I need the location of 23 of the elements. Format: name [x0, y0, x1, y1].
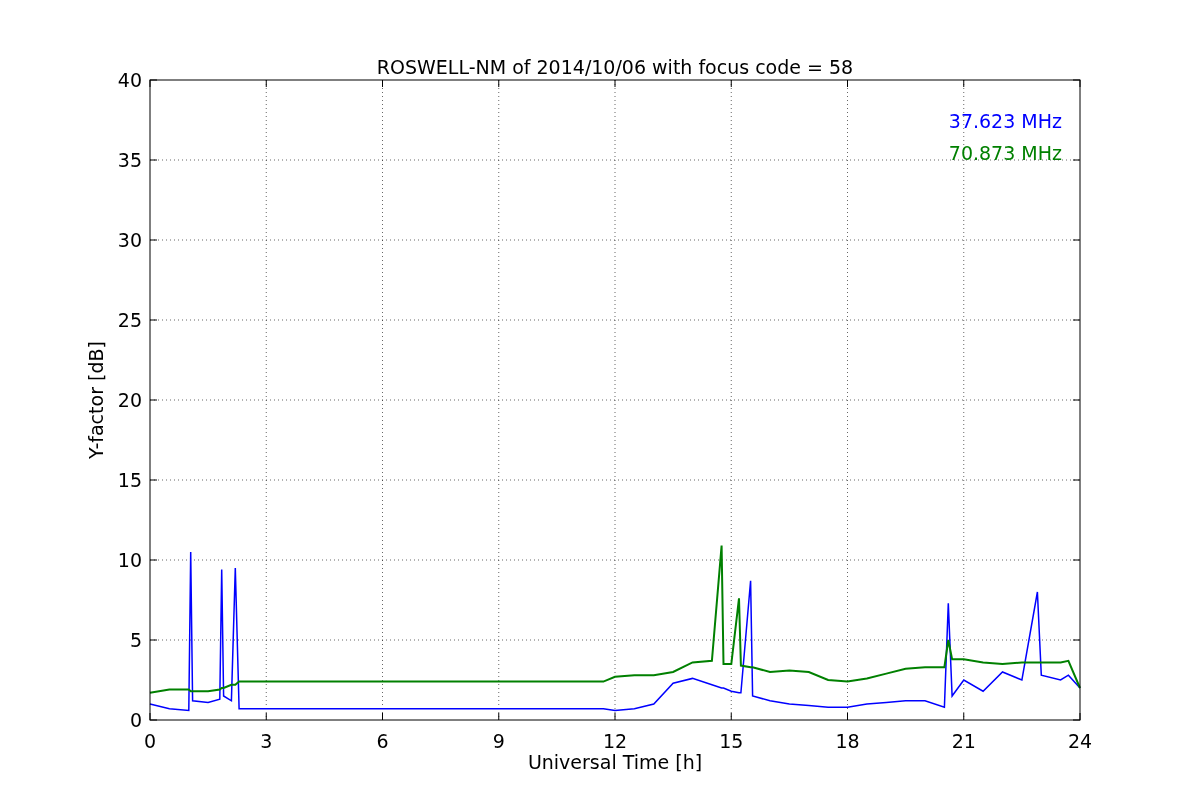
x-tick-label: 24	[1067, 730, 1093, 752]
y-tick-label: 35	[117, 149, 142, 171]
y-tick-label: 0	[129, 709, 142, 731]
x-tick-label: 12	[602, 730, 628, 752]
y-tick-label: 10	[117, 549, 142, 571]
y-tick-label: 30	[117, 229, 142, 251]
y-tick-label: 40	[117, 69, 142, 91]
chart-title: ROSWELL-NM of 2014/10/06 with focus code = 58	[376, 56, 854, 78]
y-tick-label: 20	[117, 389, 142, 411]
x-tick-label: 0	[143, 730, 157, 752]
y-axis-label: Y-factor [dB]	[85, 341, 107, 459]
x-tick-label: 6	[376, 730, 389, 752]
x-tick-label: 15	[719, 730, 744, 752]
x-tick-label: 9	[492, 730, 505, 752]
x-axis-label: Universal Time [h]	[527, 751, 703, 773]
y-tick-label: 5	[129, 629, 142, 651]
y-tick-label: 25	[117, 309, 142, 331]
x-tick-label: 21	[951, 730, 976, 752]
x-tick-label: 3	[260, 730, 273, 752]
legend-label: 37.623 MHz	[948, 110, 1062, 132]
x-tick-label: 18	[835, 730, 860, 752]
legend-label: 70.873 MHz	[948, 142, 1062, 164]
y-tick-label: 15	[117, 469, 142, 491]
